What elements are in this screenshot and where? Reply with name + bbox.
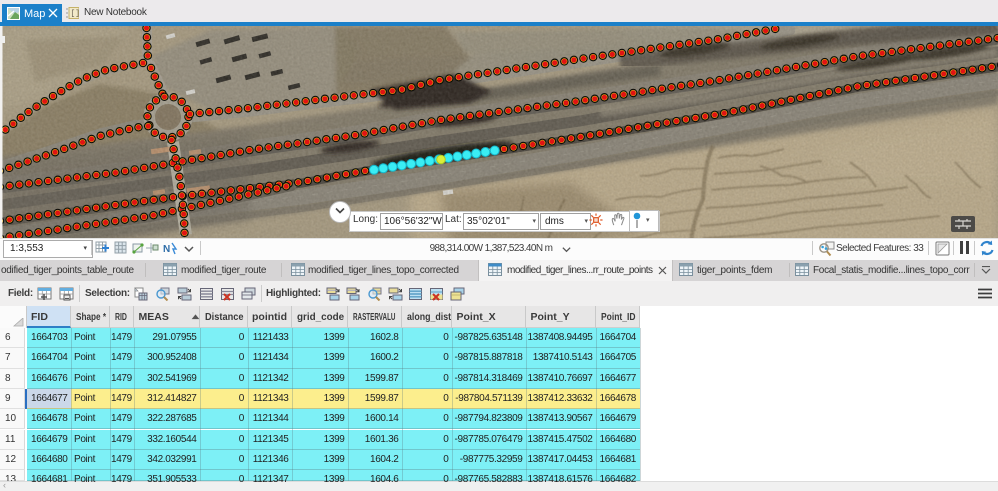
svg-text:[]: []: [70, 10, 79, 19]
svg-text:N: N: [163, 244, 170, 255]
